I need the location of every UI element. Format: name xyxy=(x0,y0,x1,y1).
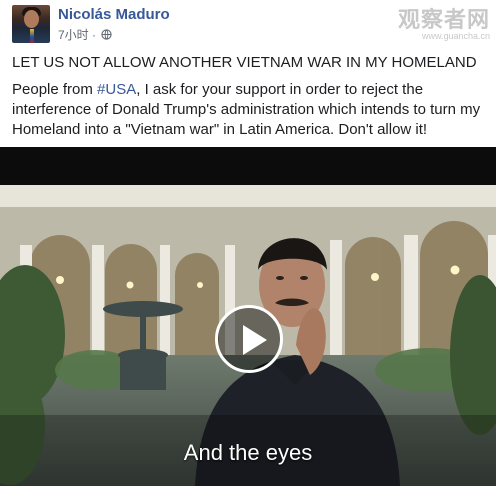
site-watermark: 观察者网 www.guancha.cn xyxy=(398,2,490,41)
play-icon xyxy=(243,325,267,355)
video-caption: And the eyes xyxy=(183,440,313,465)
play-button[interactable] xyxy=(215,305,283,373)
author-name[interactable]: Nicolás Maduro xyxy=(58,6,170,23)
post-body: People from #USA, I ask for your support… xyxy=(12,80,490,140)
video-top-bar xyxy=(0,147,496,185)
watermark-name: 观察者网 xyxy=(397,7,490,32)
globe-icon xyxy=(101,29,112,43)
post-title: LET US NOT ALLOW ANOTHER VIETNAM WAR IN … xyxy=(12,54,477,71)
avatar-sash xyxy=(30,29,34,43)
post-time[interactable]: 7小时 · xyxy=(58,28,96,42)
avatar-face xyxy=(24,10,39,28)
hashtag-link[interactable]: #USA xyxy=(97,81,136,98)
post-header: Nicolás Maduro 7小时 · 观察者网 www.guancha.cn xyxy=(0,0,496,46)
author-avatar[interactable] xyxy=(12,5,50,43)
post-body-prefix: People from xyxy=(12,81,98,98)
video-player[interactable]: And the eyes xyxy=(0,185,496,486)
post-meta: 7小时 · xyxy=(58,26,112,43)
